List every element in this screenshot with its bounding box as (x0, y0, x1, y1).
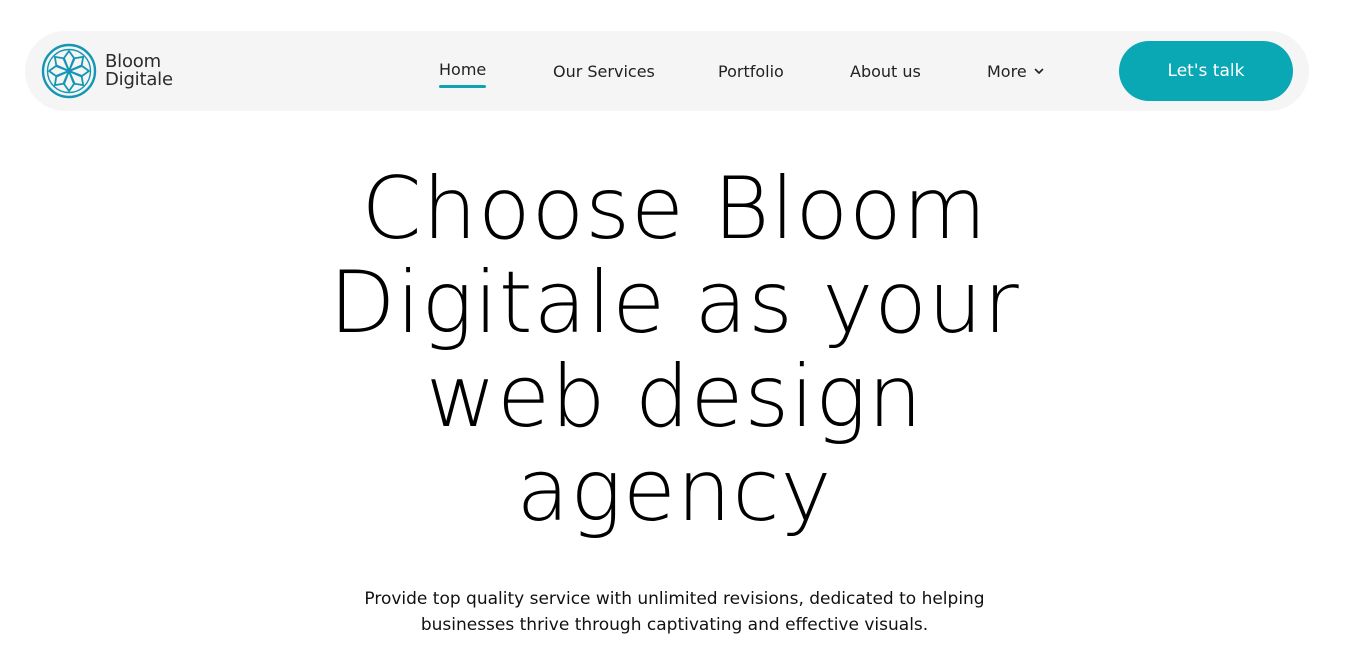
nav-item-about-us[interactable]: About us (850, 31, 921, 111)
hero-title-line: Digitale as your (329, 253, 1020, 353)
page: Bloom Digitale Home Our Services Portfol… (0, 0, 1349, 672)
chevron-down-icon (1034, 68, 1043, 74)
nav-item-our-services[interactable]: Our Services (553, 31, 655, 111)
nav-item-home-label: Home (439, 59, 487, 79)
active-nav-underline (439, 85, 487, 88)
nav-item-about-us-label: About us (850, 61, 921, 81)
hero-title-line: Choose Bloom (361, 159, 988, 259)
hero-title: Choose Bloom Digitale as your web design… (0, 162, 1349, 538)
nav-item-more[interactable]: More (987, 31, 1044, 111)
hero-title-line: agency (516, 441, 833, 541)
flower-logo-icon (41, 43, 97, 99)
nav-item-portfolio-label: Portfolio (718, 61, 784, 81)
hero-subtitle-line: Provide top quality service with unlimit… (364, 589, 985, 609)
lets-talk-button[interactable]: Let's talk (1119, 41, 1293, 101)
hero-title-line: web design (425, 347, 924, 447)
nav-item-our-services-label: Our Services (553, 61, 655, 81)
nav-item-more-label: More (987, 61, 1027, 81)
brand-name-line2: Digitale (105, 69, 173, 90)
brand-logo[interactable]: Bloom Digitale (41, 43, 173, 99)
hero-subtitle-line: businesses thrive through captivating an… (420, 615, 929, 635)
nav-item-home[interactable]: Home (439, 31, 487, 111)
site-header: Bloom Digitale Home Our Services Portfol… (25, 31, 1309, 111)
nav-item-portfolio[interactable]: Portfolio (718, 31, 784, 111)
brand-name: Bloom Digitale (105, 53, 173, 89)
hero-subtitle: Provide top quality service with unlimit… (0, 586, 1349, 638)
